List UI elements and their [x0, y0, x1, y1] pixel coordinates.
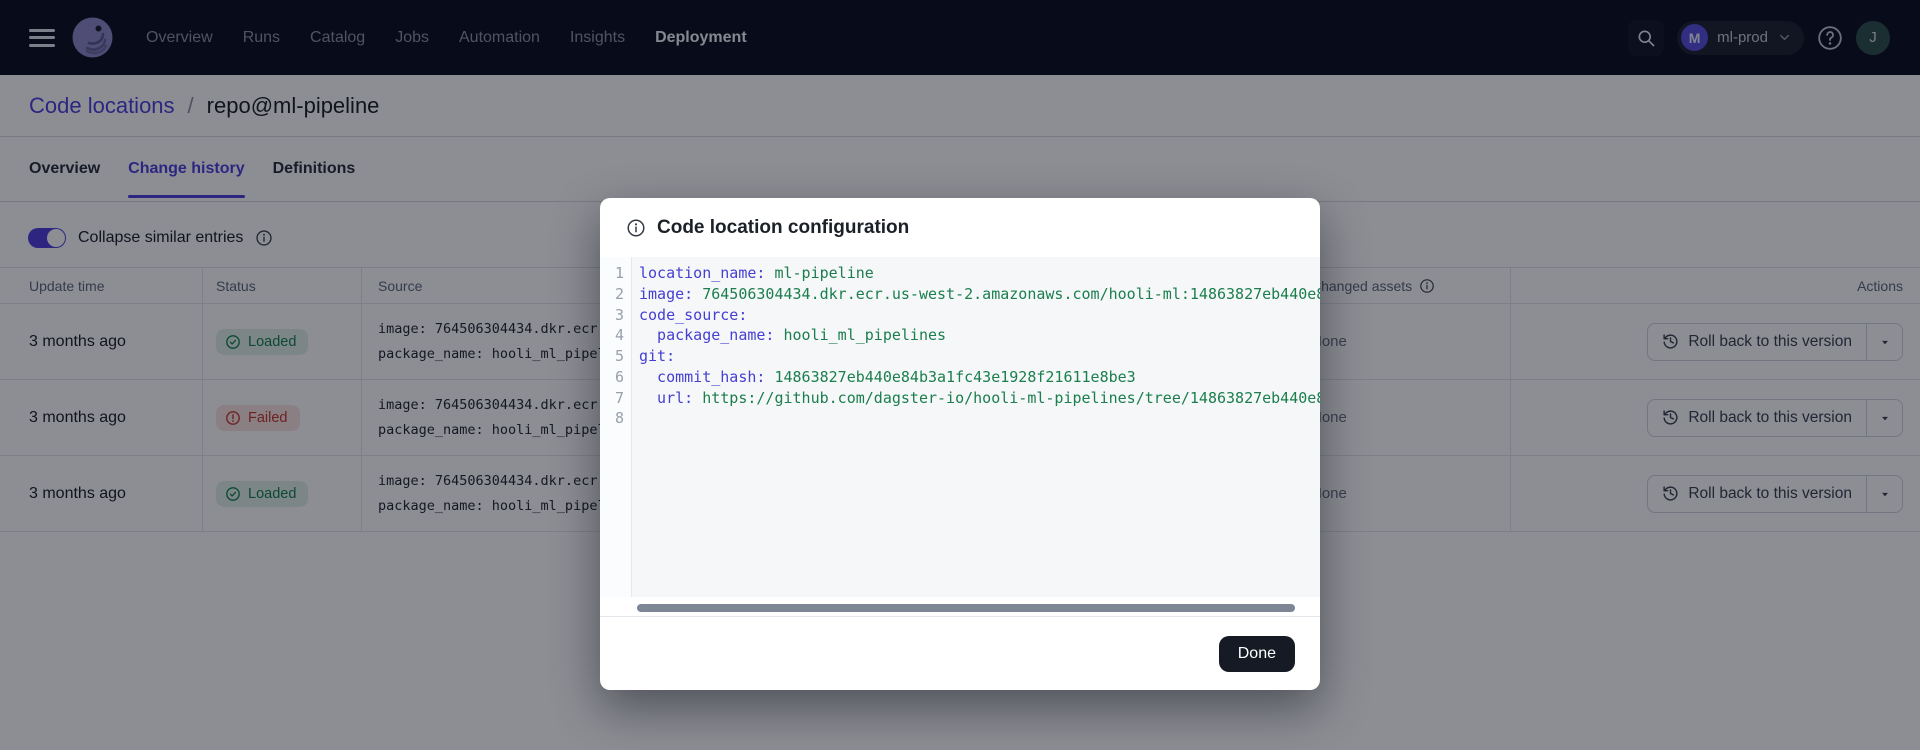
yaml-key: code_source:	[639, 306, 747, 324]
dialog-footer: Done	[600, 616, 1320, 690]
line-number: 5	[600, 346, 624, 367]
code-line: location_name: ml-pipeline	[639, 263, 1320, 284]
code-line	[639, 408, 1320, 429]
dialog-title: Code location configuration	[657, 217, 909, 239]
code-location-configuration-dialog: Code location configuration 12345678 loc…	[600, 198, 1320, 690]
done-button[interactable]: Done	[1219, 636, 1295, 672]
horizontal-scrollbar-thumb[interactable]	[637, 604, 1295, 612]
code-line: url: https://github.com/dagster-io/hooli…	[639, 388, 1320, 409]
code-content[interactable]: location_name: ml-pipelineimage: 7645063…	[632, 257, 1320, 597]
code-line: image: 764506304434.dkr.ecr.us-west-2.am…	[639, 284, 1320, 305]
line-number-gutter: 12345678	[600, 257, 632, 597]
line-number: 6	[600, 367, 624, 388]
line-number: 7	[600, 388, 624, 409]
code-line: code_source:	[639, 305, 1320, 326]
yaml-code-viewer: 12345678 location_name: ml-pipelineimage…	[600, 257, 1320, 597]
line-number: 1	[600, 263, 624, 284]
line-number: 8	[600, 408, 624, 429]
yaml-value: 14863827eb440e84b3a1fc43e1928f21611e8be3	[765, 368, 1135, 386]
yaml-value: 764506304434.dkr.ecr.us-west-2.amazonaws…	[693, 285, 1320, 303]
line-number: 4	[600, 325, 624, 346]
dialog-header: Code location configuration	[600, 198, 1320, 257]
yaml-key: image:	[639, 285, 693, 303]
code-line: commit_hash: 14863827eb440e84b3a1fc43e19…	[639, 367, 1320, 388]
yaml-value: hooli_ml_pipelines	[774, 326, 946, 344]
line-number: 3	[600, 305, 624, 326]
yaml-key: commit_hash:	[639, 368, 765, 386]
yaml-key: location_name:	[639, 264, 765, 282]
yaml-value: https://github.com/dagster-io/hooli-ml-p…	[693, 389, 1320, 407]
yaml-key: url:	[639, 389, 693, 407]
yaml-key: package_name:	[639, 326, 774, 344]
yaml-value: ml-pipeline	[765, 264, 873, 282]
yaml-key: git:	[639, 347, 675, 365]
line-number: 2	[600, 284, 624, 305]
dagster-app: OverviewRunsCatalogJobsAutomationInsight…	[0, 0, 1920, 750]
code-line: git:	[639, 346, 1320, 367]
horizontal-scrollbar-track	[600, 597, 1320, 616]
info-icon	[626, 218, 646, 238]
code-line: package_name: hooli_ml_pipelines	[639, 325, 1320, 346]
